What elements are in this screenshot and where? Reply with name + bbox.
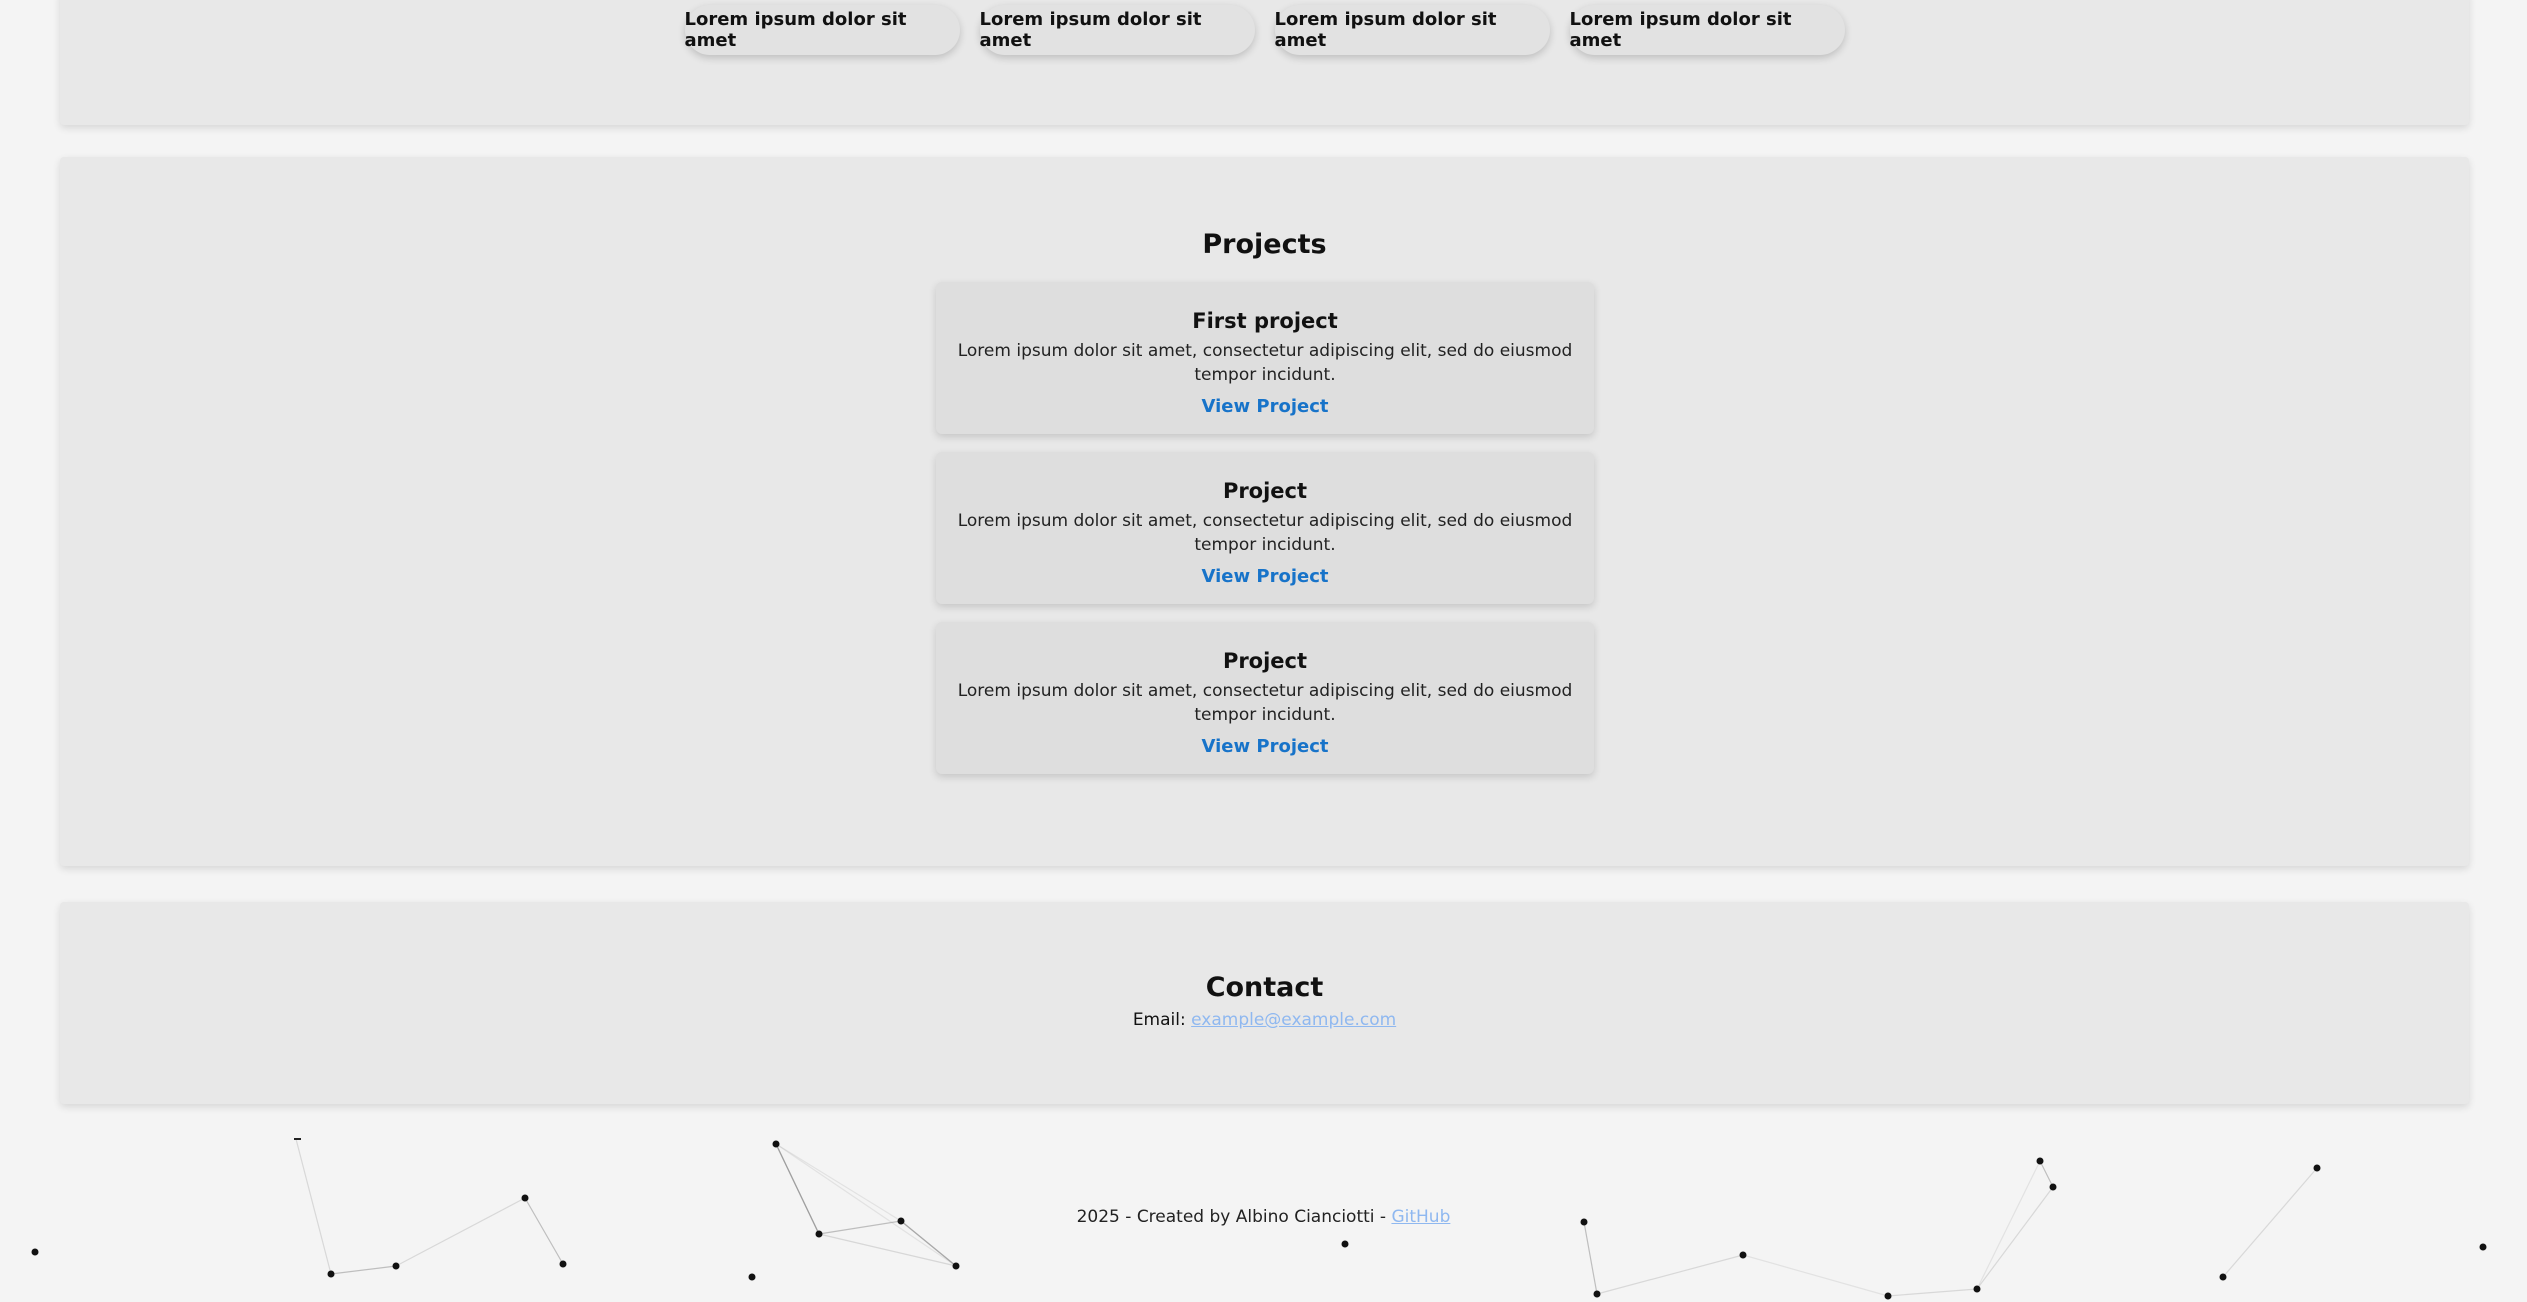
constellation-line xyxy=(1742,1254,1889,1297)
view-project-link[interactable]: View Project xyxy=(1202,736,1329,757)
contact-title: Contact xyxy=(1205,972,1324,1003)
constellation-dot xyxy=(748,1273,756,1281)
github-link[interactable]: GitHub xyxy=(1391,1207,1450,1227)
projects-section: Projects First project Lorem ipsum dolor… xyxy=(60,157,2469,866)
view-project-link[interactable]: View Project xyxy=(1202,396,1329,417)
constellation-dot xyxy=(31,1248,39,1256)
project-title: Project xyxy=(1222,649,1308,673)
skills-section: Lorem ipsum dolor sit amet Lorem ipsum d… xyxy=(60,0,2469,125)
constellation-dot xyxy=(2479,1243,2487,1251)
project-description: Lorem ipsum dolor sit amet, consectetur … xyxy=(957,511,1573,555)
constellation-dot xyxy=(2049,1183,2057,1191)
constellation-line xyxy=(330,1265,397,1275)
constellation-line xyxy=(900,1220,957,1267)
view-project-link[interactable]: View Project xyxy=(1202,566,1329,587)
constellation-dot xyxy=(2219,1273,2227,1281)
constellation-line xyxy=(1583,1221,1598,1295)
constellation-dot xyxy=(2313,1164,2321,1172)
constellation-dot xyxy=(952,1262,960,1270)
constellation-dot xyxy=(392,1262,400,1270)
constellation-line xyxy=(2039,1160,2054,1188)
skill-pill[interactable]: Lorem ipsum dolor sit amet xyxy=(979,5,1255,55)
skills-list: Lorem ipsum dolor sit amet Lorem ipsum d… xyxy=(60,5,2469,55)
email-link[interactable]: example@example.com xyxy=(1191,1010,1396,1030)
constellation-dot xyxy=(815,1230,823,1238)
constellation-line xyxy=(1976,1186,2054,1290)
skill-pill[interactable]: Lorem ipsum dolor sit amet xyxy=(684,5,960,55)
skill-pill[interactable]: Lorem ipsum dolor sit amet xyxy=(1274,5,1550,55)
constellation-line xyxy=(818,1233,957,1267)
constellation-dot xyxy=(772,1140,780,1148)
project-card: Project Lorem ipsum dolor sit amet, cons… xyxy=(936,452,1594,604)
constellation-line xyxy=(900,1220,957,1267)
constellation-dot xyxy=(1884,1292,1892,1300)
constellation-line xyxy=(1887,1288,1978,1297)
project-card: First project Lorem ipsum dolor sit amet… xyxy=(936,282,1594,434)
constellation-dot xyxy=(1593,1290,1601,1298)
footer-credit: 2025 - Created by Albino Cianciotti - xyxy=(1076,1207,1387,1227)
contact-section: Contact Email: example@example.com xyxy=(60,902,2469,1104)
skill-pill[interactable]: Lorem ipsum dolor sit amet xyxy=(1569,5,1845,55)
project-title: Project xyxy=(1222,479,1308,503)
constellation-dot xyxy=(327,1270,335,1278)
constellation-line xyxy=(818,1233,957,1267)
projects-title: Projects xyxy=(1202,229,1327,260)
project-description: Lorem ipsum dolor sit amet, consectetur … xyxy=(957,681,1573,725)
constellation-dot xyxy=(1739,1251,1747,1259)
constellation-line xyxy=(1596,1254,1744,1295)
footer: 2025 - Created by Albino Cianciotti - Gi… xyxy=(0,1207,2527,1227)
constellation-dot xyxy=(559,1260,567,1268)
email-label: Email: xyxy=(1132,1010,1186,1030)
project-title: First project xyxy=(1192,309,1338,333)
contact-email-line: Email: example@example.com xyxy=(60,1010,2469,1030)
project-description: Lorem ipsum dolor sit amet, consectetur … xyxy=(957,341,1573,385)
constellation-line xyxy=(775,1143,957,1267)
constellation-dot xyxy=(1341,1240,1349,1248)
project-card: Project Lorem ipsum dolor sit amet, cons… xyxy=(936,622,1594,774)
constellation-dot xyxy=(2036,1157,2044,1165)
constellation-dot xyxy=(1973,1285,1981,1293)
constellation-dot xyxy=(521,1194,529,1202)
